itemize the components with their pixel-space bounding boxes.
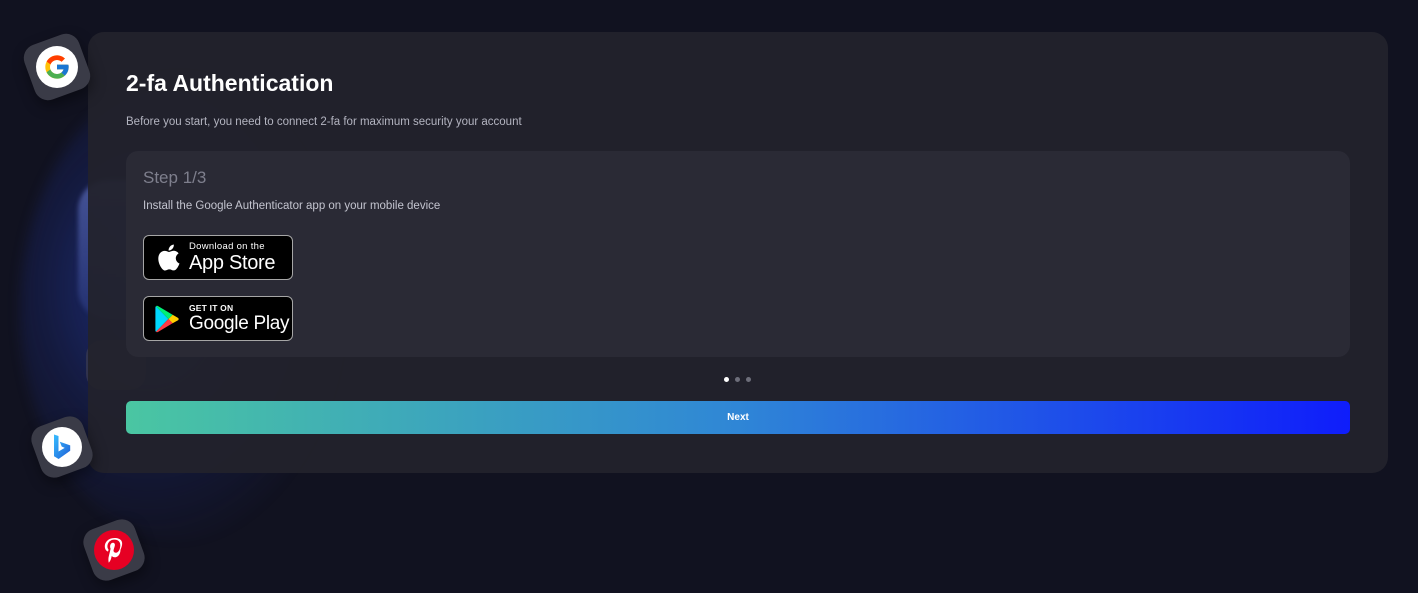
google-play-button[interactable]: GET IT ON Google Play bbox=[143, 296, 293, 341]
pagination-dot[interactable] bbox=[724, 377, 729, 382]
google-play-small-text: GET IT ON bbox=[189, 302, 234, 313]
pagination-dots bbox=[724, 377, 751, 382]
pagination-dot[interactable] bbox=[735, 377, 740, 382]
apple-icon bbox=[154, 243, 182, 273]
app-store-text: Download on the App Store bbox=[189, 240, 276, 275]
step-label: Step 1/3 bbox=[143, 168, 207, 187]
app-store-button[interactable]: Download on the App Store bbox=[143, 235, 293, 280]
google-play-text: GET IT ON Google Play bbox=[189, 302, 290, 335]
step-panel: Step 1/3 Install the Google Authenticato… bbox=[126, 151, 1350, 357]
page-subtitle: Before you start, you need to connect 2-… bbox=[126, 116, 522, 128]
app-store-big-text: App Store bbox=[189, 252, 276, 275]
page-title: 2-fa Authentication bbox=[126, 70, 334, 96]
next-button[interactable]: Next bbox=[126, 401, 1350, 434]
google-icon bbox=[19, 29, 95, 105]
step-description: Install the Google Authenticator app on … bbox=[143, 200, 441, 212]
auth-card: 2-fa Authentication Before you start, yo… bbox=[88, 32, 1388, 473]
google-play-icon bbox=[154, 304, 182, 334]
app-store-small-text: Download on the bbox=[189, 240, 265, 252]
pagination-dot[interactable] bbox=[746, 377, 751, 382]
google-play-big-text: Google Play bbox=[189, 313, 290, 335]
